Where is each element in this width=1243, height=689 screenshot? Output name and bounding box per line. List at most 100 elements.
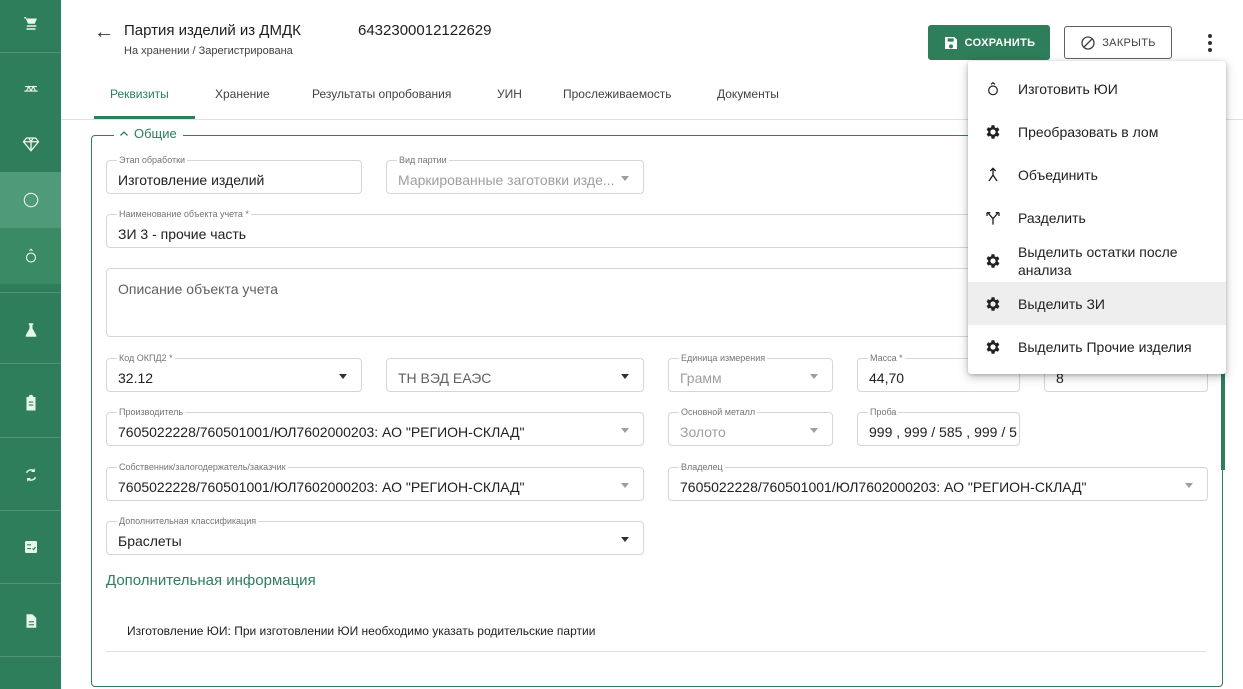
ring-icon bbox=[983, 79, 1003, 99]
menu-item-extract-other[interactable]: Выделить Прочие изделия bbox=[968, 325, 1226, 368]
metal-value: Золото bbox=[680, 424, 726, 440]
sidebar-item-checklist[interactable] bbox=[0, 522, 61, 572]
gear-icon bbox=[983, 294, 1003, 314]
probe-field[interactable]: Проба 999 , 999 / 585 , 999 / 5 bbox=[857, 407, 1020, 446]
close-label: ЗАКРЫТЬ bbox=[1102, 36, 1156, 49]
scales-icon bbox=[23, 85, 38, 92]
metal-label: Основной металл bbox=[679, 407, 758, 417]
tab-storage[interactable]: Хранение bbox=[215, 74, 270, 114]
gear-icon bbox=[983, 251, 1003, 271]
save-icon bbox=[944, 36, 957, 49]
owner-value: 7605022228/760501001/ЮЛ7602000203: АО "Р… bbox=[118, 479, 525, 495]
unit-label: Единица измерения bbox=[679, 353, 768, 363]
sidebar bbox=[0, 0, 61, 689]
okpd2-select[interactable]: Код ОКПД2 * 32.12 bbox=[106, 353, 362, 392]
additional-info-title: Дополнительная информация bbox=[106, 572, 316, 589]
sidebar-item-document[interactable] bbox=[0, 596, 61, 646]
holder-select[interactable]: Владелец 7605022228/760501001/ЮЛ76020002… bbox=[668, 462, 1208, 501]
save-button[interactable]: СОХРАНИТЬ bbox=[928, 25, 1050, 60]
sidebar-item-cart[interactable] bbox=[0, 0, 61, 46]
sidebar-item-sync[interactable] bbox=[0, 450, 61, 500]
menu-item-merge[interactable]: Объединить bbox=[968, 153, 1226, 196]
unit-select: Единица измерения Грамм bbox=[668, 353, 833, 392]
divider bbox=[106, 651, 1206, 652]
menu-item-split[interactable]: Разделить bbox=[968, 196, 1226, 239]
tab-documents[interactable]: Документы bbox=[717, 74, 779, 114]
document-number: 6432300012122629 bbox=[358, 22, 492, 39]
close-button[interactable]: ЗАКРЫТЬ bbox=[1064, 26, 1172, 59]
batch-type-select: Вид партии Маркированные заготовки изде.… bbox=[386, 155, 644, 194]
menu-item-label: Преобразовать в лом bbox=[1018, 123, 1159, 140]
tab-uin[interactable]: УИН bbox=[497, 74, 522, 114]
okpd2-label: Код ОКПД2 * bbox=[117, 353, 175, 363]
sidebar-item-circle[interactable] bbox=[0, 172, 61, 228]
menu-item-extract-zi[interactable]: Выделить ЗИ bbox=[968, 282, 1226, 325]
owner-select[interactable]: Собственник/залогодержатель/заказчик 760… bbox=[106, 462, 644, 501]
probe-label: Проба bbox=[868, 407, 899, 417]
object-name-label: Наименование объекта учета * bbox=[117, 209, 251, 219]
batch-type-label: Вид партии bbox=[397, 155, 449, 165]
menu-item-label: Выделить ЗИ bbox=[1018, 295, 1105, 312]
menu-item-convert-scrap[interactable]: Преобразовать в лом bbox=[968, 110, 1226, 153]
stage-field[interactable]: Этап обработки Изготовление изделий bbox=[106, 155, 362, 194]
dropdown-arrow-icon bbox=[621, 483, 629, 488]
mass-label: Масса * bbox=[868, 353, 905, 363]
menu-item-label: Выделить Прочие изделия bbox=[1018, 338, 1192, 355]
mass-value: 44,70 bbox=[869, 370, 905, 386]
circle-icon bbox=[23, 192, 38, 208]
dropdown-arrow-icon bbox=[810, 374, 818, 379]
general-section-toggle[interactable]: Общие bbox=[114, 126, 183, 141]
gear-icon bbox=[983, 337, 1003, 357]
back-arrow-icon[interactable]: ← bbox=[94, 22, 114, 42]
flask-icon bbox=[25, 323, 36, 337]
menu-item-label: Выделить остатки после анализа bbox=[1018, 243, 1178, 278]
owner-label: Собственник/залогодержатель/заказчик bbox=[117, 462, 288, 472]
holder-value: 7605022228/760501001/ЮЛ7602000203: АО "Р… bbox=[680, 479, 1087, 495]
menu-item-extract-residue[interactable]: Выделить остатки после анализа bbox=[968, 239, 1226, 282]
classification-select[interactable]: Дополнительная классификация Браслеты bbox=[106, 516, 644, 555]
page-title: Партия изделий из ДМДК bbox=[124, 22, 301, 39]
sidebar-item-lab[interactable] bbox=[0, 305, 61, 355]
tab-requisites[interactable]: Реквизиты bbox=[110, 74, 169, 114]
chevron-up-icon bbox=[120, 130, 128, 136]
diamond-icon bbox=[22, 137, 39, 152]
scrollbar[interactable] bbox=[1221, 370, 1225, 470]
description-placeholder: Описание объекта учета bbox=[118, 281, 279, 297]
tab-traceability[interactable]: Прослеживаемость bbox=[563, 74, 672, 114]
metal-select: Основной металл Золото bbox=[668, 407, 833, 446]
cart-icon bbox=[23, 17, 37, 30]
dropdown-arrow-icon bbox=[621, 176, 629, 181]
checklist-icon bbox=[24, 541, 37, 553]
manufacturer-value: 7605022228/760501001/ЮЛ7602000203: АО "Р… bbox=[118, 424, 525, 440]
tnved-select[interactable]: ТН ВЭД ЕАЭС bbox=[386, 358, 644, 392]
save-label: СОХРАНИТЬ bbox=[964, 36, 1036, 49]
actions-menu: Изготовить ЮИ Преобразовать в лом Объеди… bbox=[968, 61, 1226, 374]
menu-item-label: Объединить bbox=[1018, 166, 1098, 183]
batch-type-value: Маркированные заготовки изде... bbox=[398, 172, 615, 188]
dropdown-arrow-icon bbox=[621, 428, 629, 433]
classification-value: Браслеты bbox=[118, 533, 182, 549]
split-icon bbox=[983, 208, 1003, 228]
tab-test-results[interactable]: Результаты опробования bbox=[312, 74, 451, 114]
object-name-value: ЗИ 3 - прочие часть bbox=[118, 226, 247, 242]
additional-info-note: Изготовление ЮИ: При изготовлении ЮИ нео… bbox=[127, 624, 596, 638]
menu-item-make-jewelry[interactable]: Изготовить ЮИ bbox=[968, 67, 1226, 110]
sidebar-item-diamond[interactable] bbox=[0, 118, 61, 170]
probe-value: 999 , 999 / 585 , 999 / 5 bbox=[869, 424, 1017, 440]
menu-item-label: Изготовить ЮИ bbox=[1018, 80, 1118, 97]
sidebar-item-clipboard[interactable] bbox=[0, 378, 61, 428]
manufacturer-label: Производитель bbox=[117, 407, 186, 417]
stage-value: Изготовление изделий bbox=[118, 172, 265, 188]
more-menu-icon[interactable] bbox=[1200, 30, 1220, 56]
sync-icon bbox=[25, 468, 36, 482]
block-icon bbox=[1081, 35, 1095, 50]
sidebar-item-ring[interactable] bbox=[0, 228, 61, 284]
stage-label: Этап обработки bbox=[117, 155, 188, 165]
tnved-value: ТН ВЭД ЕАЭС bbox=[398, 370, 492, 386]
manufacturer-select[interactable]: Производитель 7605022228/760501001/ЮЛ760… bbox=[106, 407, 644, 446]
unit-value: Грамм bbox=[680, 370, 722, 386]
sidebar-item-scales[interactable] bbox=[0, 65, 61, 111]
document-icon bbox=[26, 614, 36, 628]
dropdown-arrow-icon bbox=[621, 537, 629, 542]
dropdown-arrow-icon bbox=[1185, 483, 1193, 488]
